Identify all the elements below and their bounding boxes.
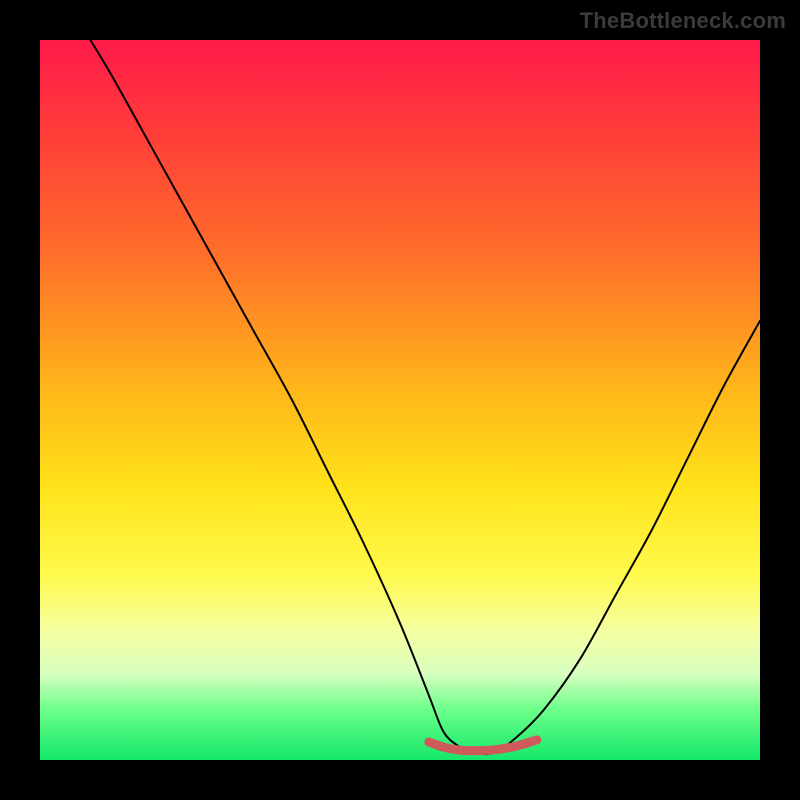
chart-frame: TheBottleneck.com [0,0,800,800]
watermark-text: TheBottleneck.com [580,8,786,34]
green-band-marker [429,740,537,751]
bottleneck-curve [90,40,760,754]
chart-plot-area [40,40,760,760]
chart-svg [40,40,760,760]
